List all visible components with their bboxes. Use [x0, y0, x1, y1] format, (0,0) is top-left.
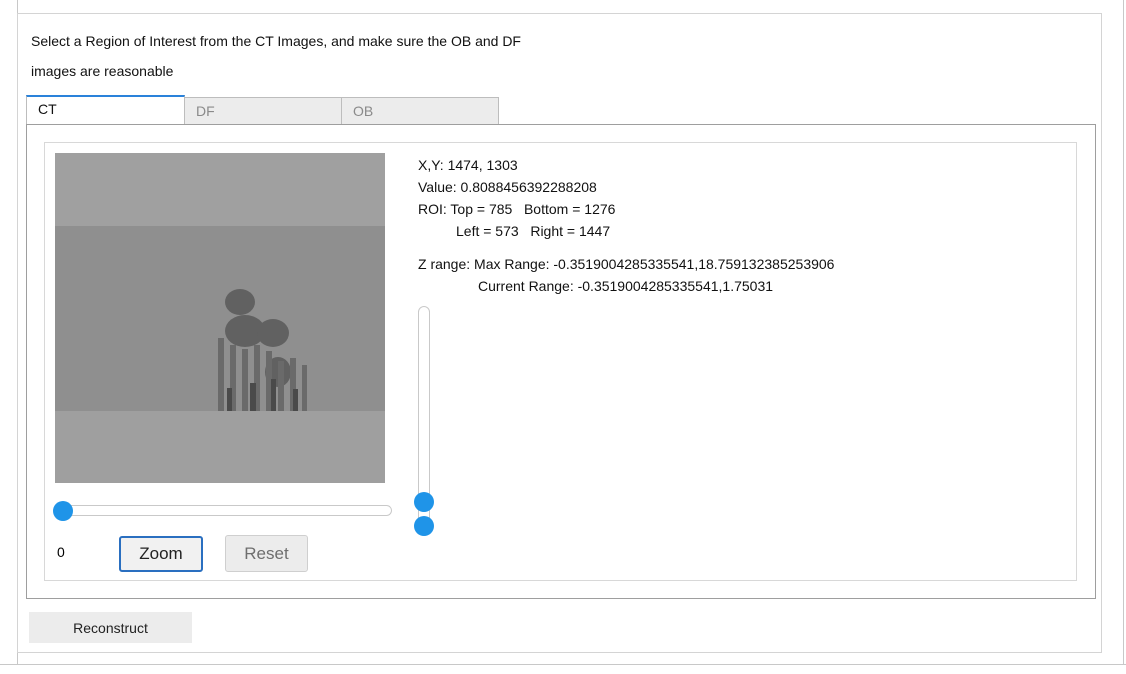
tab-ob[interactable]: OB — [341, 97, 499, 124]
tab-ct[interactable]: CT — [26, 95, 185, 124]
instructions-line-1: Select a Region of Interest from the CT … — [31, 33, 521, 49]
z-range-upper-handle[interactable] — [414, 492, 434, 512]
outer-bottom-border — [0, 664, 1126, 665]
roi-left-right-readout: Left = 573 Right = 1447 — [456, 223, 611, 239]
ct-image-viewer[interactable] — [55, 153, 385, 483]
image-slider-value: 0 — [57, 544, 65, 560]
roi-top-bottom-readout: ROI: Top = 785 Bottom = 1276 — [418, 201, 616, 217]
outer-right-border — [1123, 0, 1124, 665]
tab-df[interactable]: DF — [184, 97, 342, 124]
image-slider-handle[interactable] — [53, 501, 73, 521]
z-range-lower-handle[interactable] — [414, 516, 434, 536]
z-max-range-readout: Z range: Max Range: -0.3519004285335541,… — [418, 256, 835, 272]
reset-button[interactable]: Reset — [225, 535, 308, 572]
reconstruct-button[interactable]: Reconstruct — [29, 612, 192, 643]
ct-slice-image — [55, 153, 385, 483]
zoom-button[interactable]: Zoom — [119, 536, 203, 572]
cursor-xy-readout: X,Y: 1474, 1303 — [418, 157, 518, 173]
instructions-line-2: images are reasonable — [31, 63, 174, 79]
image-slider-track[interactable] — [57, 505, 392, 516]
z-current-range-readout: Current Range: -0.3519004285335541,1.750… — [478, 278, 774, 294]
pixel-value-readout: Value: 0.8088456392288208 — [418, 179, 597, 195]
